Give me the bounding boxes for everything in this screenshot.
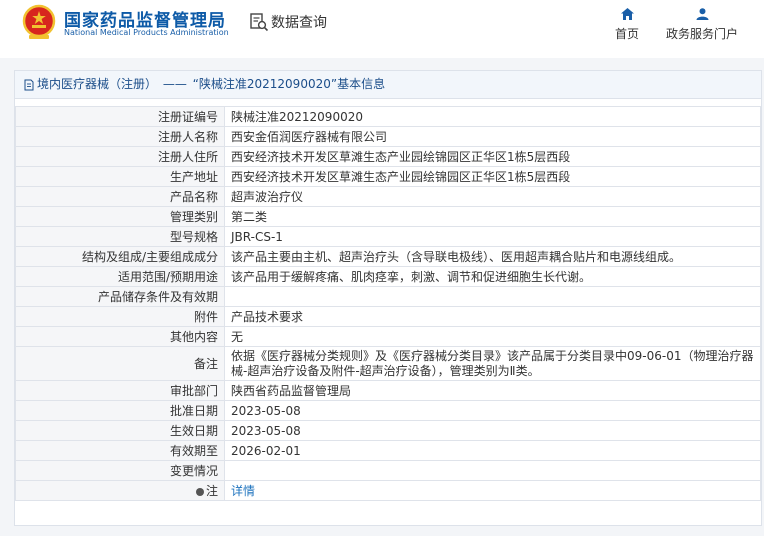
home-icon (620, 8, 634, 20)
document-search-icon (250, 13, 269, 32)
row-label: 注册人住所 (15, 146, 225, 167)
row-label: 结构及组成/主要组成成分 (15, 246, 225, 267)
panel-title: 境内医疗器械（注册） —— “陕械注准20212090020”基本信息 (15, 71, 761, 99)
row-label: 产品名称 (15, 186, 225, 207)
panel-title-main: “陕械注准20212090020”基本信息 (192, 77, 386, 91)
table-row: 型号规格 JBR-CS-1 (15, 226, 761, 247)
row-value: 2023-05-08 (224, 400, 761, 421)
note-label: 注 (15, 480, 225, 501)
row-value: 西安金佰润医疗器械有限公司 (224, 126, 761, 147)
table-row: 注 详情 (15, 480, 761, 501)
row-label: 其他内容 (15, 326, 225, 347)
row-value: 该产品用于缓解疼痛、肌肉痉挛，刺激、调节和促进细胞生长代谢。 (224, 266, 761, 287)
table-row: 变更情况 (15, 460, 761, 481)
note-value: 详情 (224, 480, 761, 501)
row-label: 批准日期 (15, 400, 225, 421)
row-label: 型号规格 (15, 226, 225, 247)
row-label: 生效日期 (15, 420, 225, 441)
row-value: 产品技术要求 (224, 306, 761, 327)
row-value: 无 (224, 326, 761, 347)
row-label: 备注 (15, 346, 225, 381)
table-row: 适用范围/预期用途 该产品用于缓解疼痛、肌肉痉挛，刺激、调节和促进细胞生长代谢。 (15, 266, 761, 287)
row-label: 有效期至 (15, 440, 225, 461)
nav-home[interactable]: 首页 (612, 8, 642, 42)
row-value: 2023-05-08 (224, 420, 761, 441)
table-row: 其他内容无 (15, 326, 761, 347)
nav-home-label: 首页 (614, 27, 639, 41)
panel-title-prefix: 境内医疗器械（注册） (37, 77, 158, 91)
table-row: 备注 依据《医疗器械分类规则》及《医疗器械分类目录》该产品属于分类目录中09-06… (15, 346, 761, 381)
row-value: 第二类 (224, 206, 761, 227)
table-row: 生效日期 2023-05-08 (15, 420, 761, 441)
row-value: 该产品主要由主机、超声治疗头（含导联电极线）、医用超声耦合贴片和电源线组成。 (224, 246, 761, 267)
row-label: 注册证编号 (15, 106, 225, 127)
row-value: 陕械注准20212090020 (224, 106, 761, 127)
table-row: 注册证编号 陕械注准20212090020 (15, 106, 761, 127)
table-row: 产品储存条件及有效期 (15, 286, 761, 307)
row-value: 依据《医疗器械分类规则》及《医疗器械分类目录》该产品属于分类目录中09-06-0… (224, 346, 761, 381)
row-value (224, 286, 761, 307)
data-query-label: 数据查询 (271, 15, 327, 31)
table-row: 审批部门 陕西省药品监督管理局 (15, 380, 761, 401)
row-label: 审批部门 (15, 380, 225, 401)
user-icon (696, 8, 708, 20)
row-label: 生产地址 (15, 166, 225, 187)
table-row: 生产地址 西安经济技术开发区草滩生态产业园绘锦园区正华区1栋5层西段 (15, 166, 761, 187)
row-label: 附件 (15, 306, 225, 327)
details-link[interactable]: 详情 (231, 484, 255, 498)
document-icon (24, 79, 34, 90)
data-query-link[interactable]: 数据查询 (249, 12, 327, 32)
table-row: 批准日期 2023-05-08 (15, 400, 761, 421)
nav-service-portal[interactable]: 政务服务门户 (664, 8, 740, 42)
row-value: 陕西省药品监督管理局 (224, 380, 761, 401)
row-label: 产品储存条件及有效期 (15, 286, 225, 307)
site-name-en: National Medical Products Administration (64, 28, 229, 37)
national-emblem-icon (22, 4, 56, 39)
row-value: 超声波治疗仪 (224, 186, 761, 207)
table-row: 附件 产品技术要求 (15, 306, 761, 327)
row-value: 2026-02-01 (224, 440, 761, 461)
table-row: 注册人住所 西安经济技术开发区草滩生态产业园绘锦园区正华区1栋5层西段 (15, 146, 761, 167)
site-header: 国家药品监督管理局 National Medical Products Admi… (0, 0, 764, 58)
note-label-text: 注 (205, 484, 218, 498)
table-row: 产品名称 超声波治疗仪 (15, 186, 761, 207)
row-value: JBR-CS-1 (224, 226, 761, 247)
table-row: 有效期至 2026-02-01 (15, 440, 761, 461)
row-value (224, 460, 761, 481)
detail-panel: 境内医疗器械（注册） —— “陕械注准20212090020”基本信息 注册证编… (14, 70, 762, 526)
row-value: 西安经济技术开发区草滩生态产业园绘锦园区正华区1栋5层西段 (224, 146, 761, 167)
row-value: 西安经济技术开发区草滩生态产业园绘锦园区正华区1栋5层西段 (224, 166, 761, 187)
row-label: 管理类别 (15, 206, 225, 227)
row-label: 适用范围/预期用途 (15, 266, 225, 287)
table-row: 注册人名称 西安金佰润医疗器械有限公司 (15, 126, 761, 147)
panel-title-separator: —— (159, 77, 191, 91)
info-table: 注册证编号 陕械注准20212090020 注册人名称 西安金佰润医疗器械有限公司 … (15, 106, 761, 501)
table-row: 结构及组成/主要组成成分 该产品主要由主机、超声治疗头（含导联电极线）、医用超声耦… (15, 246, 761, 267)
nav-portal-label: 政务服务门户 (665, 27, 738, 41)
row-label: 注册人名称 (15, 126, 225, 147)
bullet-icon (195, 488, 204, 496)
table-row: 管理类别 第二类 (15, 206, 761, 227)
row-label: 变更情况 (15, 460, 225, 481)
